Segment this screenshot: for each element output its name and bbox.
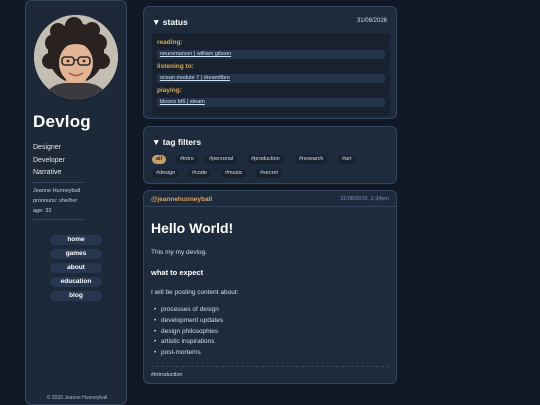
tag-personal[interactable]: #personal <box>205 155 238 164</box>
profile-sidebar: Devlog Designer Developer Narrative Jean… <box>25 0 127 405</box>
nav-home[interactable]: home <box>50 235 102 245</box>
profile-meta: Jeanne Hunneyball pronouns: she/her age:… <box>33 186 80 216</box>
tag-filters-toggle[interactable]: ▼ tag filters <box>152 137 201 147</box>
post-date: 31/08/2026, 2:34pm <box>340 196 389 202</box>
status-link-playing[interactable]: bloons td6 | steam <box>157 98 385 107</box>
tag-all[interactable]: all <box>152 155 167 164</box>
list-item: design philosophies <box>154 327 223 338</box>
status-list: reading: neuromancer | william gibson li… <box>152 33 390 116</box>
avatar <box>34 15 118 99</box>
status-label-listening: listening to: <box>157 63 194 70</box>
list-item: post-mortems <box>154 348 223 359</box>
profile-name: Jeanne Hunneyball <box>33 188 81 194</box>
status-label-reading: reading: <box>157 39 183 46</box>
post-bullet-list: processes of design development updates … <box>154 305 223 359</box>
tag-filters-panel: ▼ tag filters all #intro #personal #prod… <box>143 126 397 184</box>
nav-games[interactable]: games <box>50 249 102 259</box>
post-author-link[interactable]: @jeannehunneyball <box>151 196 212 203</box>
status-date: 31/08/2026 <box>356 18 387 24</box>
post-tag-link[interactable]: #introduction <box>151 372 183 378</box>
tag-music[interactable]: #music <box>221 169 247 178</box>
tag-code[interactable]: #code <box>188 169 211 178</box>
site-brand: Devlog <box>33 112 91 131</box>
divider <box>33 219 83 220</box>
tag-art[interactable]: #art <box>338 155 356 164</box>
role-item: Narrative <box>33 169 62 176</box>
profile-pronouns: pronouns: she/her <box>33 198 78 204</box>
nav-about[interactable]: about <box>50 263 102 273</box>
status-toggle[interactable]: ▼ status <box>152 17 188 27</box>
nav-blog[interactable]: blog <box>50 291 102 301</box>
post-intro: This my my devlog. <box>151 249 207 256</box>
status-label-playing: playing: <box>157 87 182 94</box>
post-header: @jeannehunneyball 31/08/2026, 2:34pm <box>144 191 396 207</box>
list-item: processes of design <box>154 305 223 316</box>
post-divider <box>151 366 389 367</box>
role-item: Developer <box>33 156 65 164</box>
tag-intro[interactable]: #intro <box>176 155 198 164</box>
status-link-listening[interactable]: ocean module 7 | dreamfibre <box>157 74 385 83</box>
status-link-reading[interactable]: neuromancer | william gibson <box>157 50 385 59</box>
divider <box>33 182 83 183</box>
list-item: artistic inspirations <box>154 337 223 348</box>
tag-research[interactable]: #research <box>295 155 328 164</box>
tag-design[interactable]: #design <box>152 169 180 178</box>
post-lead: I will be posting content about: <box>151 289 239 296</box>
nav-education[interactable]: education <box>50 277 102 287</box>
status-panel: ▼ status 31/08/2026 reading: neuromancer… <box>143 6 397 119</box>
list-item: development updates <box>154 316 223 327</box>
tag-production[interactable]: #production <box>247 155 284 164</box>
tag-secret[interactable]: #secret <box>256 169 283 178</box>
triangle-down-icon: ▼ <box>152 137 161 147</box>
avatar-portrait-image <box>34 15 118 99</box>
profile-age: age: 33 <box>33 208 52 214</box>
blog-post: @jeannehunneyball 31/08/2026, 2:34pm Hel… <box>143 190 397 384</box>
post-title: Hello World! <box>151 220 234 236</box>
tag-filters-title: tag filters <box>162 137 202 147</box>
main-nav: home games about education blog <box>50 235 102 305</box>
copyright-footer: © 2026 Jeanne Hunneyball <box>46 395 108 401</box>
triangle-down-icon: ▼ <box>152 17 161 27</box>
role-item: Designer <box>33 144 62 151</box>
post-subheading: what to expect <box>151 268 204 277</box>
role-list: Designer Developer Narrative <box>33 142 65 180</box>
status-title: status <box>162 17 188 27</box>
